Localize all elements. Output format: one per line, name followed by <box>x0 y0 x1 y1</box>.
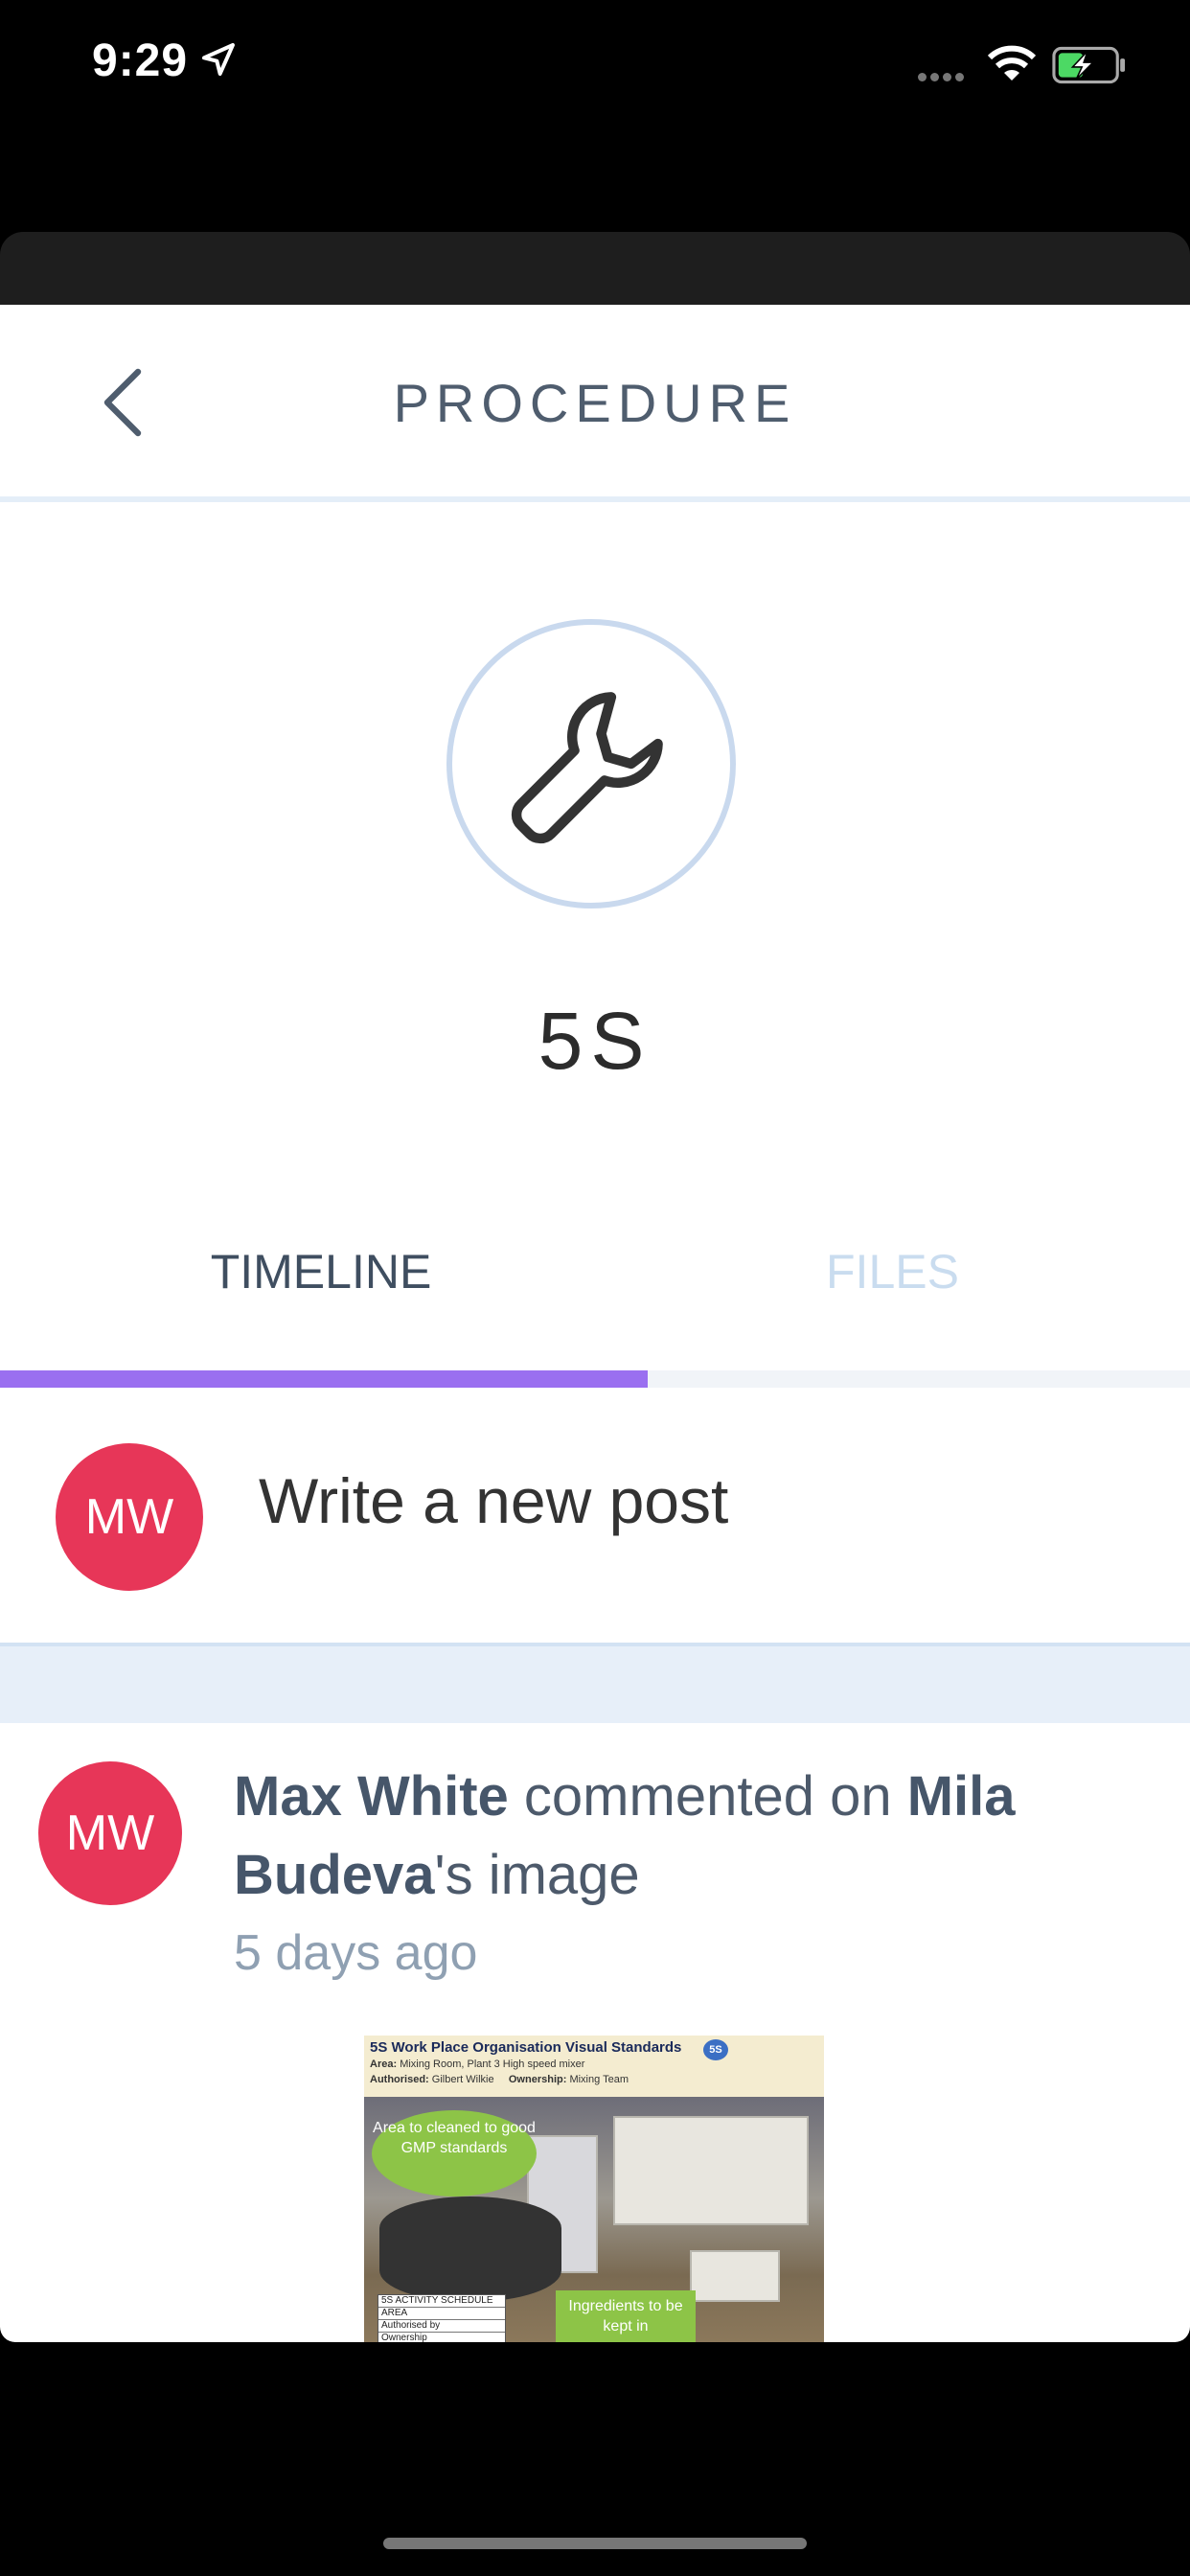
post-author[interactable]: Max White <box>234 1765 509 1828</box>
section-separator <box>0 1646 1190 1723</box>
procedure-icon-circle <box>446 619 736 908</box>
cart-shape <box>690 2250 780 2302</box>
image-header: 5S Work Place Organisation Visual Standa… <box>364 2036 824 2097</box>
schedule-title: 5S ACTIVITY SCHEDULE <box>378 2295 505 2308</box>
location-arrow-icon <box>202 43 235 76</box>
avatar: MW <box>56 1443 203 1591</box>
callout-cleaning: Area to cleaned to good GMP standards <box>372 2110 537 2196</box>
mixer-tank <box>379 2196 561 2302</box>
wrench-icon <box>511 692 663 844</box>
procedure-name: 5S <box>538 996 652 1086</box>
new-post-input[interactable]: Write a new post <box>259 1464 728 1537</box>
status-bar: 9:29 <box>0 0 1190 134</box>
activity-schedule: 5S ACTIVITY SCHEDULE AREA Authorised by … <box>378 2294 506 2342</box>
tab-files[interactable]: FILES <box>595 1244 1190 1300</box>
image-area: Area: Mixing Room, Plant 3 High speed mi… <box>370 2058 585 2070</box>
wifi-icon <box>987 45 1037 80</box>
image-badge: 5S <box>703 2039 728 2060</box>
schedule-row: Ownership <box>378 2333 505 2342</box>
home-indicator[interactable] <box>383 2538 807 2549</box>
status-time: 9:29 <box>92 35 189 86</box>
schedule-row: AREA <box>378 2308 505 2320</box>
procedure-sheet: PROCEDURE 5S TIMELINE FILES MW Write a n… <box>0 305 1190 2342</box>
image-title: 5S Work Place Organisation Visual Standa… <box>370 2039 682 2056</box>
post-target-suffix: 's image <box>434 1844 640 1906</box>
machine-shape <box>613 2116 809 2225</box>
callout-ingredients: Ingredients to be kept in <box>556 2290 696 2342</box>
post-image[interactable]: 5S Work Place Organisation Visual Standa… <box>364 2036 824 2342</box>
header: PROCEDURE <box>0 305 1190 502</box>
page-title: PROCEDURE <box>393 373 797 433</box>
cellular-signal-icon <box>918 69 968 86</box>
tab-active-indicator <box>0 1370 648 1388</box>
post-avatar[interactable]: MW <box>38 1761 182 1905</box>
image-authorised: Authorised: Gilbert Wilkie Ownership: Mi… <box>370 2074 629 2085</box>
tab-timeline[interactable]: TIMELINE <box>14 1244 628 1300</box>
post-action: commented on <box>508 1765 907 1828</box>
battery-charging-icon <box>1052 46 1126 84</box>
background-sheet <box>0 232 1190 309</box>
schedule-row: Authorised by <box>378 2320 505 2333</box>
post-description: Max White commented on Mila Budeva's ima… <box>234 1758 1134 1915</box>
post-timestamp: 5 days ago <box>234 1925 478 1981</box>
